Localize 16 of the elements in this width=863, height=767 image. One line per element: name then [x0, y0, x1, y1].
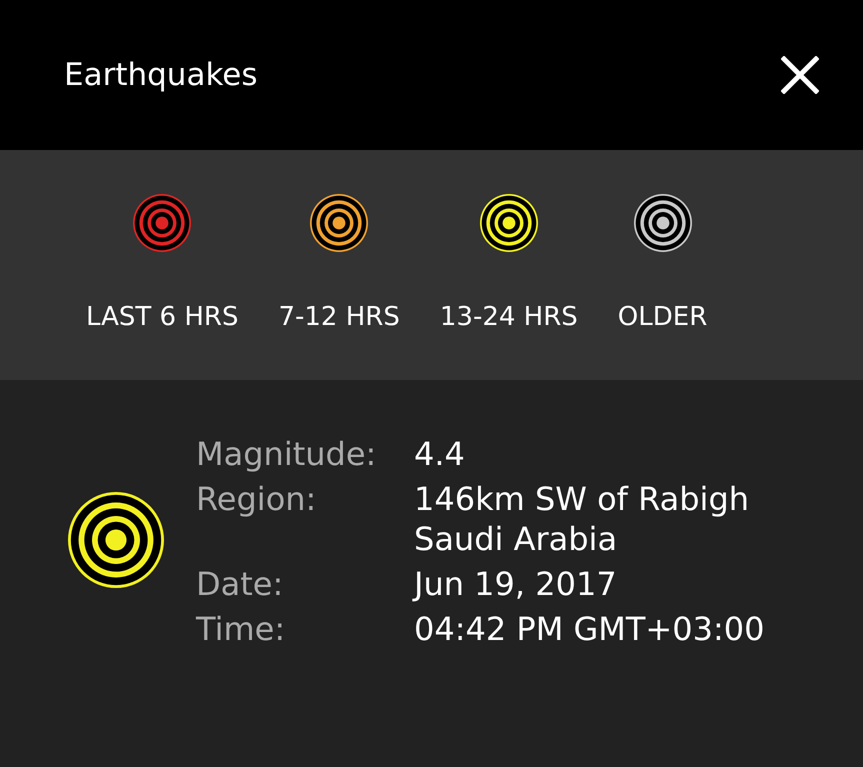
- field-value: 4.4: [414, 434, 466, 474]
- field-value: 04:42 PM GMT+03:00: [414, 609, 764, 649]
- legend-label: OLDER: [618, 302, 708, 332]
- field-value: Saudi Arabia: [414, 519, 618, 559]
- field-label: Magnitude:: [196, 434, 378, 474]
- close-icon: [781, 56, 819, 94]
- close-button[interactable]: [781, 56, 819, 94]
- field-label: Time:: [196, 609, 286, 649]
- legend-label: 7-12 HRS: [278, 302, 400, 332]
- field-value: 146km SW of Rabigh: [414, 479, 750, 519]
- field-value: Jun 19, 2017: [414, 564, 618, 604]
- legend-label: LAST 6 HRS: [86, 302, 238, 332]
- field-label: Date:: [196, 564, 284, 604]
- field-label: Region:: [196, 479, 318, 520]
- dialog-title: Earthquakes: [64, 57, 258, 93]
- legend-label: 13-24 HRS: [440, 302, 578, 332]
